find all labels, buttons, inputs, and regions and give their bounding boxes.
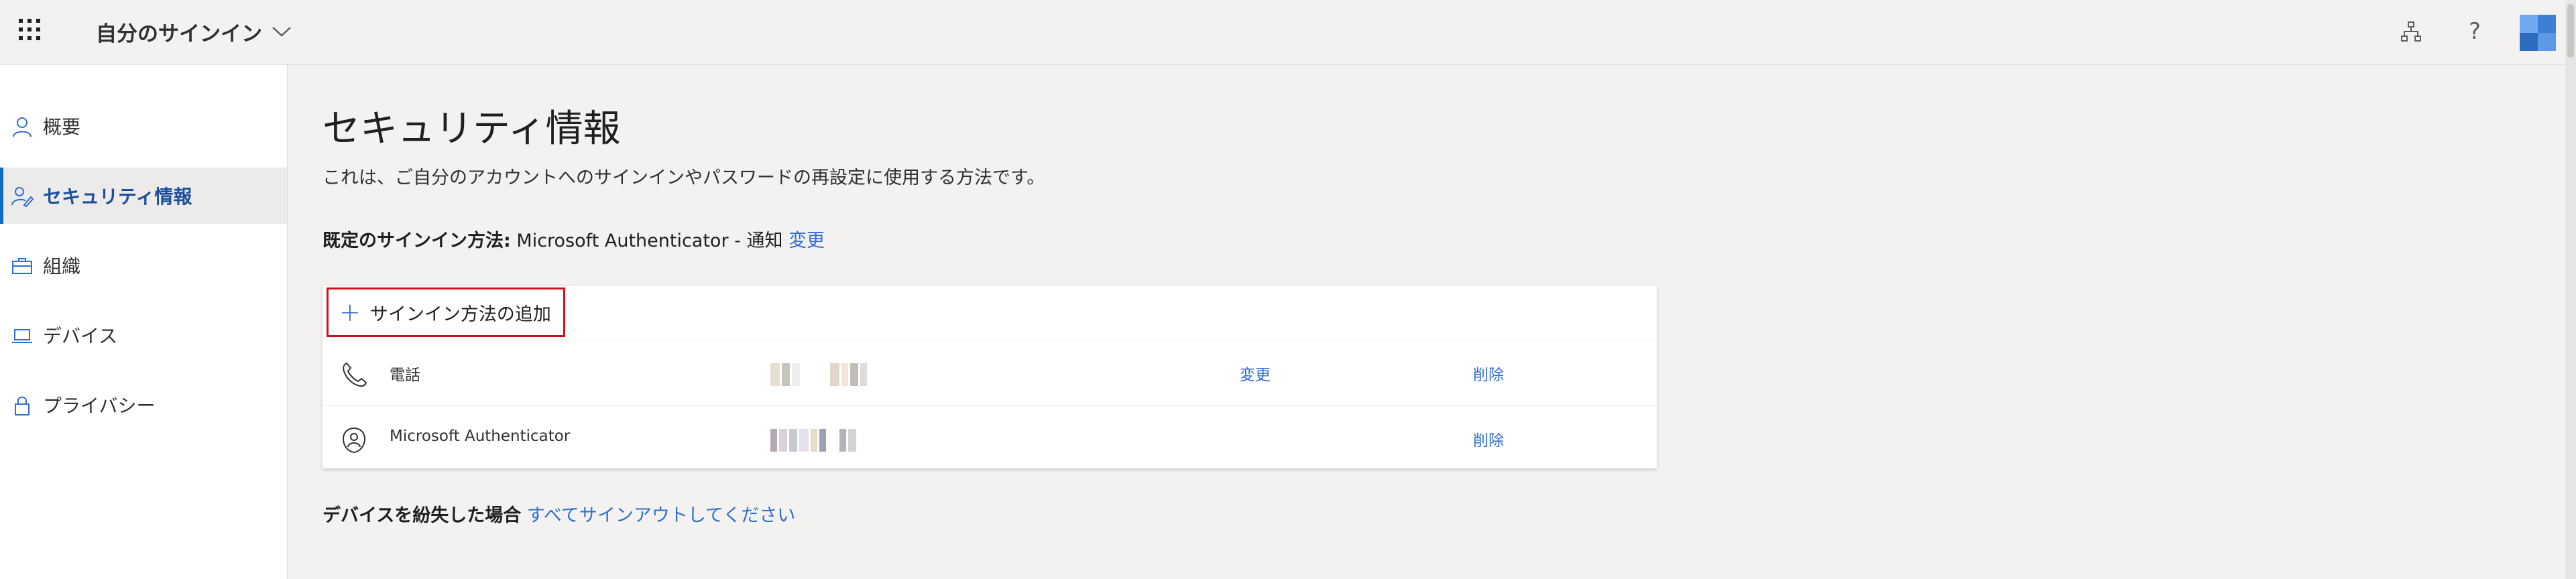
phone-change-link[interactable]: 変更	[1240, 362, 1271, 385]
sidebar-item-label: デバイス	[43, 325, 118, 347]
sidebar-item-overview[interactable]: 概要	[0, 98, 287, 154]
default-method-value: Microsoft Authenticator - 通知	[516, 231, 783, 251]
sidebar-item-security-info[interactable]: セキュリティ情報	[0, 168, 287, 224]
briefcase-icon	[12, 258, 32, 274]
chevron-down-icon	[272, 27, 291, 37]
sign-out-everywhere-link[interactable]: すべてサインアウトしてください	[527, 505, 795, 526]
sidebar-item-devices[interactable]: デバイス	[0, 307, 287, 363]
lost-device: デバイスを紛失した場合 すべてサインアウトしてください	[323, 501, 795, 527]
redacted-value	[770, 429, 856, 452]
phone-delete-link[interactable]: 削除	[1473, 362, 1504, 385]
add-method-label: サインイン方法の追加	[369, 304, 551, 325]
method-row-authenticator: Microsoft Authenticator 削除	[323, 405, 1657, 472]
plus-icon: +	[339, 298, 361, 327]
sidebar-item-label: プライバシー	[43, 395, 156, 417]
org-chart-icon[interactable]	[2396, 16, 2426, 47]
app-title: 自分のサインイン	[96, 21, 262, 46]
scrollbar[interactable]	[2565, 0, 2576, 579]
redacted-value	[770, 363, 867, 386]
waffle-icon[interactable]	[19, 19, 43, 43]
top-bar: 自分のサインイン ?	[0, 0, 2576, 65]
sidebar-item-organizations[interactable]: 組織	[0, 237, 287, 294]
authenticator-icon	[342, 427, 366, 454]
sidebar-item-privacy[interactable]: プライバシー	[0, 377, 287, 433]
app-title-dropdown[interactable]: 自分のサインイン	[96, 15, 292, 48]
security-info-icon	[11, 187, 34, 208]
avatar[interactable]	[2520, 15, 2556, 51]
lost-device-label: デバイスを紛失した場合	[323, 505, 522, 526]
sidebar-item-label: 組織	[43, 255, 81, 277]
add-method-button[interactable]: + サインイン方法の追加	[327, 287, 565, 337]
help-icon[interactable]: ?	[2459, 16, 2490, 47]
page-description: これは、ご自分のアカウントへのサインインやパスワードの再設定に使用する方法です。	[323, 168, 1045, 188]
main-content: セキュリティ情報 これは、ご自分のアカウントへのサインインやパスワードの再設定に…	[288, 65, 2565, 579]
method-name: 電話	[390, 367, 420, 384]
default-method: 既定のサインイン方法: Microsoft Authenticator - 通知…	[323, 226, 825, 252]
methods-card: + サインイン方法の追加 電話 変更 削除 Microsoft Authenti…	[323, 286, 1657, 468]
laptop-icon	[12, 329, 32, 343]
sidebar: 概要 セキュリティ情報 組織 デバイス プライバシー	[0, 65, 288, 579]
sidebar-item-label: セキュリティ情報	[43, 186, 192, 208]
authenticator-delete-link[interactable]: 削除	[1473, 428, 1504, 450]
default-method-label: 既定のサインイン方法:	[323, 231, 511, 251]
phone-icon	[343, 362, 367, 387]
page-title: セキュリティ情報	[323, 107, 621, 151]
method-row-phone: 電話 変更 削除	[323, 340, 1657, 406]
default-method-change-link[interactable]: 変更	[788, 231, 825, 251]
method-name: Microsoft Authenticator	[390, 428, 571, 445]
person-icon	[13, 117, 32, 137]
lock-icon	[15, 396, 30, 415]
sidebar-item-label: 概要	[43, 116, 81, 138]
